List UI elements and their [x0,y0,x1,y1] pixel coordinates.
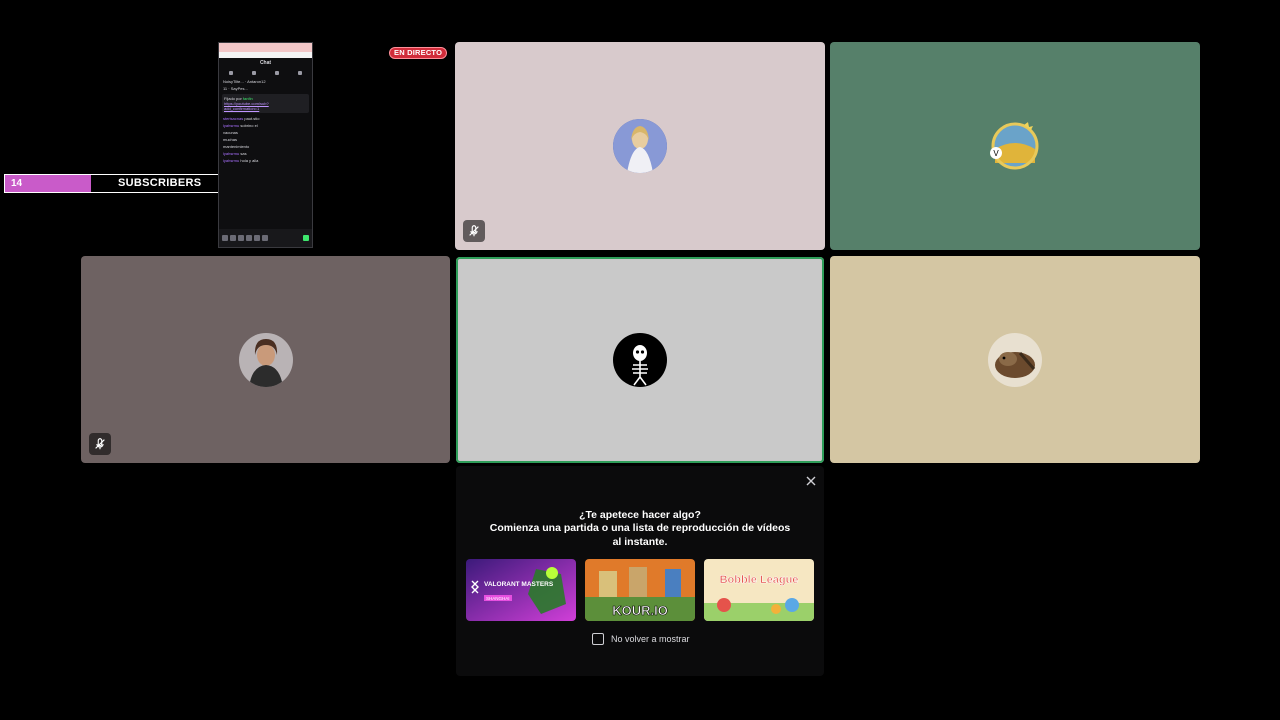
participant-tile-speaking[interactable] [456,257,824,463]
activity-title: ¿Te apetece hacer algo? [579,509,701,521]
participant-avatar [238,332,293,387]
pinned-link-2: add_confirmation=1 [224,106,260,111]
svg-text:V: V [993,149,999,158]
dont-show-again-checkbox[interactable] [592,633,604,645]
close-icon[interactable] [804,474,818,488]
chat-browser-tabbar [219,43,312,52]
chat-top-viewer: NoisyTilte... · Antaron12 [223,79,266,84]
chat-header: Chat [259,60,272,66]
participant-avatar [988,332,1042,387]
game-card-valorant[interactable]: VALORANT MASTERS SHANGHAI [466,559,576,621]
participant-avatar: V [988,119,1042,173]
participant-tile[interactable] [81,256,450,463]
chat-input-bar [219,229,312,247]
chat-message: lyahsrmu hola y alla [223,158,259,163]
participant-tile[interactable]: V [830,42,1200,250]
chat-messages: sterisacnas paut.stio lyahsrmu sobrino el… [219,115,312,164]
chat-top-viewer: 11 · SayPes... [223,86,248,91]
chat-message: mantenimiento [223,144,250,149]
muted-mic-icon [463,220,485,242]
game-card-title: KOUR.IO [612,603,668,618]
game-card-bobble-league[interactable]: Bobble League [704,559,814,621]
chat-message: sterisacnas paut.stio [223,116,260,121]
chat-toolbar [219,68,312,78]
game-card-title: VALORANT MASTERS [484,581,554,588]
game-card-tag: SHANGHAI [486,596,510,601]
muted-mic-icon [89,433,111,455]
dont-show-again-label: No volver a mostrar [611,634,690,644]
participant-avatar [613,333,667,387]
chat-message: lyahsrmu sas [223,151,247,156]
game-card-title: Bobble League [720,574,799,586]
subscriber-count: 14 [11,178,23,189]
participant-tile[interactable] [830,256,1200,463]
subscriber-goal-label: SUBSCRIBERS [118,177,202,189]
participant-tile[interactable] [455,42,825,250]
chat-message: vacunas [223,130,238,135]
activity-subtitle: Comienza una partida o una lista de repr… [489,522,791,548]
dont-show-again-option[interactable]: No volver a mostrar [592,633,690,645]
activity-suggestion-panel: ¿Te apetece hacer algo? Comienza una par… [456,466,824,676]
live-badge: EN DIRECTO [389,47,448,59]
chat-message: lyahsrmu sobrino el [223,123,258,128]
chat-pinned-message: Fijado por fanfin https://youtube.com/su… [222,94,309,113]
participant-avatar [613,119,667,173]
game-card-kourio[interactable]: KOUR.IO [585,559,695,621]
chat-message: muchas [223,137,238,142]
stream-chat-overlay: Chat NoisyTilte... · Antaron12 11 · SayP… [218,42,313,248]
